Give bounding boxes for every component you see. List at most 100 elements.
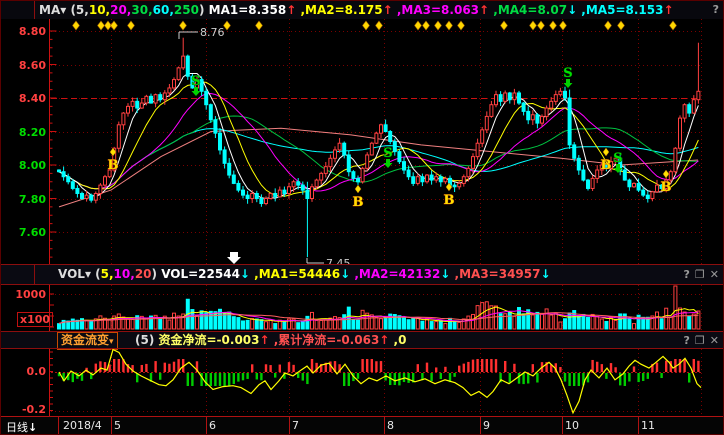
ma-indicator-selector[interactable]: MA▾ (5,10,20,30,60,250) MA1=8.358↑ ,MA2=… — [39, 1, 674, 19]
event-diamond-icon — [224, 21, 231, 30]
header-divider — [34, 1, 35, 19]
ma-header-segment: ▾ — [60, 3, 70, 17]
fund-values-row: (5) 资金净流=-0.003↑ ,累计净流=-0.063↑ ,0 — [135, 331, 406, 349]
fund-flow-chart[interactable] — [1, 349, 724, 416]
ma-header-segment: ,MA3=8.063 — [393, 3, 479, 17]
vol-header-segment: ,MA2=42132 — [350, 267, 440, 281]
fund-selector-label: 资金流变 — [61, 333, 109, 347]
event-diamond-icon — [560, 21, 567, 30]
time-axis-row: 日线↓ 2018/4567891011 — [1, 417, 724, 435]
ma-header-segment: ↑ — [286, 3, 296, 17]
ma-header-segment: ↑ — [479, 3, 489, 17]
ma-header-segment: 5, — [76, 3, 89, 17]
vol-header-segment: VOL=22544 — [161, 267, 240, 281]
ma-header-segment: ) — [199, 3, 209, 17]
event-diamond-icon — [501, 21, 508, 30]
event-diamond-icon — [363, 21, 370, 30]
ma-header-segment: 60, — [153, 3, 174, 17]
price-tick-label: 8.60 — [6, 59, 46, 72]
vol-header-segment: ↓ — [540, 267, 550, 281]
header-divider — [34, 265, 35, 284]
event-diamond-icon — [423, 21, 430, 30]
event-diamond-icon — [111, 21, 118, 30]
axis-separator — [638, 417, 639, 435]
vol-header-segment: 10, — [114, 267, 135, 281]
ma-header-segment: MA — [39, 3, 60, 17]
event-diamond-icon — [530, 21, 537, 30]
price-tick-label: 7.80 — [6, 193, 46, 206]
event-diamond-icon — [180, 21, 187, 30]
ma-header-segment: 250 — [174, 3, 199, 17]
event-diamond-icon — [550, 21, 557, 30]
volume-chart[interactable] — [1, 285, 724, 331]
vol-scale-label: x100 — [17, 312, 53, 327]
buy-signal-marker: B — [108, 158, 119, 173]
ma-header-segment: 30, — [131, 3, 152, 17]
ma-header-segment: 20, — [110, 3, 131, 17]
event-diamond-icon — [128, 21, 135, 30]
help-icon[interactable]: ? — [684, 334, 690, 347]
axis-separator — [58, 417, 59, 435]
fund-min-label: -0.2 — [6, 403, 46, 416]
buy-signal-marker: B — [601, 158, 612, 173]
vol-header-segment: ↓ — [340, 267, 350, 281]
event-diamond-icon — [73, 21, 80, 30]
vol-header-segment: ↓ — [240, 267, 250, 281]
axis-month-label: 9 — [483, 419, 490, 432]
ma-header-segment: ,MA5=8.153 — [577, 3, 663, 17]
price-tick-label: 7.60 — [6, 226, 46, 239]
ma-header-segment: ,MA4=8.07 — [489, 3, 567, 17]
vol-header-segment: ,MA3=34957 — [450, 267, 540, 281]
vol-window-buttons: ? ❐ ✕ — [679, 267, 719, 282]
fund-header-segment: ↑ — [379, 333, 389, 347]
price-tick-label: 8.40 — [6, 92, 46, 105]
fund-header-segment: 资金净流=-0.003 — [159, 333, 260, 347]
price-tick-label: 8.00 — [6, 159, 46, 172]
ma-header-segment: ↑ — [663, 3, 673, 17]
buy-signal-marker: B — [353, 195, 364, 210]
fund-header-segment: ,累计净流=-0.063 — [270, 333, 380, 347]
axis-separator — [289, 417, 290, 435]
close-icon[interactable]: ✕ — [710, 268, 719, 281]
vol-header-segment: 20 — [135, 267, 152, 281]
event-diamond-icon — [376, 21, 383, 30]
candlestick-chart[interactable]: BSBSBSBSB8.767.45 — [1, 19, 724, 264]
maximize-icon[interactable]: ❐ — [695, 268, 705, 281]
event-diamond-icon — [446, 21, 453, 30]
stock-chart-window: MA▾ (5,10,20,30,60,250) MA1=8.358↑ ,MA2=… — [0, 0, 724, 435]
high-price-annotation: 8.76 — [200, 26, 225, 39]
fund-indicator-header: 资金流变▾ (5) 资金净流=-0.003↑ ,累计净流=-0.063↑ ,0 … — [1, 332, 724, 349]
ma-header-segment: ↑ — [383, 3, 393, 17]
event-diamond-icon — [98, 21, 105, 30]
help-icon[interactable]: ? — [684, 268, 690, 281]
ma-header-segment: MA1=8.358 — [209, 3, 287, 17]
axis-month-label: 10 — [565, 419, 579, 432]
maximize-icon[interactable]: ❐ — [695, 334, 705, 347]
sell-signal-marker: S — [613, 151, 622, 166]
fund-header-segment: ,0 — [389, 333, 406, 347]
price-tick-label: 8.80 — [6, 25, 46, 38]
axis-month-label: 8 — [387, 419, 394, 432]
buy-signal-marker: B — [661, 180, 672, 195]
axis-separator — [384, 417, 385, 435]
vol-header-segment: ↓ — [440, 267, 450, 281]
ma-header-segment: 10, — [89, 3, 110, 17]
sell-signal-marker: S — [191, 74, 200, 89]
axis-separator — [206, 417, 207, 435]
close-icon[interactable]: ✕ — [710, 334, 719, 347]
period-selector[interactable]: 日线↓ — [6, 419, 37, 435]
axis-separator — [111, 417, 112, 435]
axis-month-label: 6 — [209, 419, 216, 432]
vol-indicator-selector[interactable]: VOL▾ (5,10,20) VOL=22544↓ ,MA1=54446↓ ,M… — [58, 265, 551, 283]
axis-month-label: 2018/4 — [63, 419, 102, 432]
price-tick-label: 8.20 — [6, 126, 46, 139]
fund-window-buttons: ? ❐ ✕ — [679, 333, 719, 348]
vol-header-segment: ▾ — [85, 267, 95, 281]
low-price-annotation: 7.45 — [326, 257, 351, 264]
arrow-down-icon: ↓ — [28, 421, 37, 434]
event-diamond-icon — [256, 21, 263, 30]
help-icon[interactable]: ? — [713, 3, 719, 17]
buy-diamond-icon — [603, 148, 609, 156]
panel-splitter-arrow-icon[interactable] — [227, 252, 241, 264]
axis-separator — [480, 417, 481, 435]
